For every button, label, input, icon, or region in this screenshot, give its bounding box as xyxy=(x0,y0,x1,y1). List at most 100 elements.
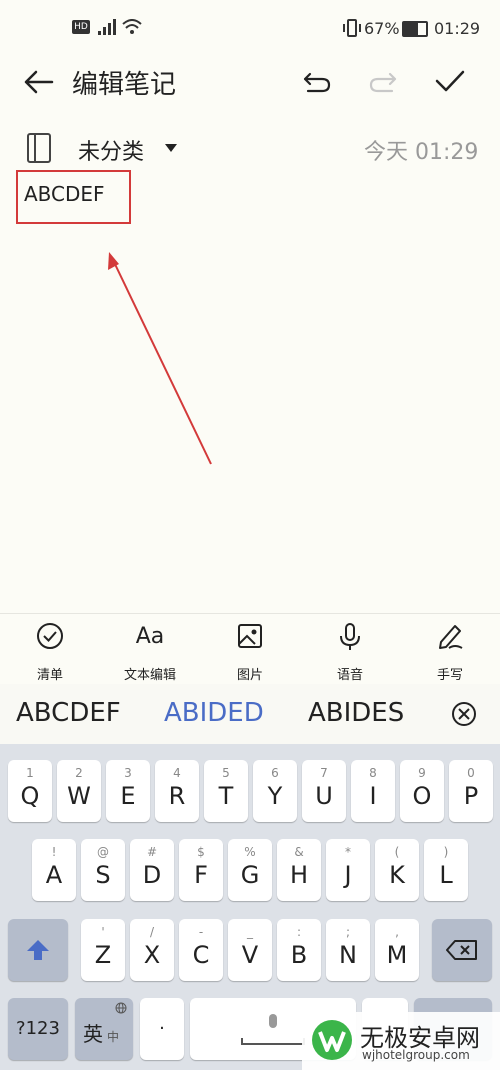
key-r[interactable]: 4R xyxy=(155,760,199,822)
wifi-icon xyxy=(122,19,142,34)
key-q[interactable]: 1Q xyxy=(8,760,52,822)
category-selector[interactable]: 未分类 xyxy=(78,134,144,166)
key-hint: 6 xyxy=(271,766,279,780)
note-time: 今天 01:29 xyxy=(364,140,479,165)
text-edit-tool[interactable]: Aa 文本编辑 xyxy=(110,622,190,683)
key-char: B xyxy=(290,941,308,969)
language-main-label: 英 xyxy=(83,1022,103,1046)
key-char: R xyxy=(168,782,186,810)
key-char: P xyxy=(463,782,479,810)
key-char: M xyxy=(386,941,408,969)
candidate-word[interactable]: ABIDES xyxy=(308,698,404,728)
brand-logo-icon xyxy=(312,1020,352,1060)
key-hint: - xyxy=(198,925,204,939)
undo-icon[interactable] xyxy=(302,70,332,94)
key-hint: ! xyxy=(51,845,57,859)
hd-icon: HD xyxy=(72,20,90,34)
dot-key-label: · xyxy=(159,1018,165,1039)
handwriting-tool[interactable]: 手写 xyxy=(410,622,490,683)
shift-key[interactable] xyxy=(8,919,68,981)
key-char: Z xyxy=(94,941,112,969)
candidate-word-highlighted[interactable]: ABIDED xyxy=(164,698,264,728)
key-e[interactable]: 3E xyxy=(106,760,150,822)
redo-icon[interactable] xyxy=(368,70,398,94)
key-hint: _ xyxy=(247,925,253,939)
key-hint: 7 xyxy=(320,766,328,780)
backspace-key[interactable] xyxy=(432,919,492,981)
candidate-word[interactable]: ABCDEF xyxy=(16,698,121,728)
key-hint: : xyxy=(296,925,302,939)
close-candidates-icon[interactable] xyxy=(450,700,478,728)
key-d[interactable]: # D xyxy=(130,839,174,901)
key-hint: * xyxy=(345,845,351,859)
key-hint: 1 xyxy=(26,766,34,780)
key-char: I xyxy=(369,782,377,810)
key-k[interactable]: (K xyxy=(375,839,419,901)
microphone-icon xyxy=(340,623,360,650)
key-g[interactable]: % G xyxy=(228,839,272,901)
voice-tool[interactable]: 语音 xyxy=(310,622,390,683)
key-hint: 8 xyxy=(369,766,377,780)
key-h[interactable]: & H xyxy=(277,839,321,901)
key-char: C xyxy=(192,941,210,969)
key-u[interactable]: 7U xyxy=(302,760,346,822)
symbols-key-label: ?123 xyxy=(16,1018,60,1039)
key-char: H xyxy=(289,861,309,889)
key-hint: 0 xyxy=(467,766,475,780)
handwriting-label: 手写 xyxy=(436,668,463,683)
battery-icon xyxy=(402,21,428,37)
confirm-check-icon[interactable] xyxy=(434,68,466,94)
key-m[interactable]: ,M xyxy=(375,919,419,981)
key-n[interactable]: ; N xyxy=(326,919,370,981)
key-l[interactable]: ) L xyxy=(424,839,468,901)
key-s[interactable]: @ S xyxy=(81,839,125,901)
key-p[interactable]: 0P xyxy=(449,760,493,822)
key-hint: $ xyxy=(197,845,205,859)
dot-key[interactable]: · xyxy=(140,998,184,1060)
annotation-highlight-box xyxy=(16,170,131,224)
key-j[interactable]: * J xyxy=(326,839,370,901)
key-char: X xyxy=(143,941,161,969)
key-char: Y xyxy=(267,782,283,810)
back-arrow-icon[interactable] xyxy=(24,70,54,94)
key-hint: # xyxy=(146,845,158,859)
voice-label: 语音 xyxy=(336,668,363,683)
dropdown-caret-icon[interactable] xyxy=(164,143,178,153)
key-t[interactable]: 5T xyxy=(204,760,248,822)
key-char: G xyxy=(240,861,260,889)
key-hint: ; xyxy=(345,925,351,939)
note-toolbar: 清单 Aa 文本编辑 图片 语音 手写 xyxy=(0,613,500,684)
key-hint: ' xyxy=(101,925,105,939)
checklist-label: 清单 xyxy=(36,668,63,683)
symbols-key[interactable]: ?123 xyxy=(8,998,68,1060)
key-hint: 4 xyxy=(173,766,181,780)
key-char: A xyxy=(45,861,63,889)
key-x[interactable]: / X xyxy=(130,919,174,981)
key-a[interactable]: ! A xyxy=(32,839,76,901)
key-i[interactable]: 8I xyxy=(351,760,395,822)
key-char: W xyxy=(67,782,91,810)
checklist-tool[interactable]: 清单 xyxy=(10,622,90,683)
space-mic-icon xyxy=(241,1014,305,1045)
key-hint: , xyxy=(395,925,399,939)
language-switch-key[interactable]: 英 中 xyxy=(75,998,133,1060)
key-b[interactable]: :B xyxy=(277,919,321,981)
key-z[interactable]: ' Z xyxy=(81,919,125,981)
vibrate-icon xyxy=(343,19,361,37)
key-c[interactable]: -C xyxy=(179,919,223,981)
key-o[interactable]: 9O xyxy=(400,760,444,822)
text-format-icon: Aa xyxy=(135,624,165,649)
text-edit-label: 文本编辑 xyxy=(123,668,176,683)
key-w[interactable]: 2W xyxy=(57,760,101,822)
image-tool[interactable]: 图片 xyxy=(210,622,290,683)
key-y[interactable]: 6Y xyxy=(253,760,297,822)
key-hint: & xyxy=(294,845,304,859)
notebook-icon[interactable] xyxy=(26,132,52,164)
watermark: 无极安卓网 wjhotelgroup.com xyxy=(302,1012,500,1070)
checklist-icon xyxy=(37,623,63,649)
key-f[interactable]: $ F xyxy=(179,839,223,901)
key-char: K xyxy=(389,861,405,889)
candidate-bar: ABCDEF ABIDED ABIDES xyxy=(0,684,500,744)
key-char: V xyxy=(241,941,259,969)
key-v[interactable]: _ V xyxy=(228,919,272,981)
